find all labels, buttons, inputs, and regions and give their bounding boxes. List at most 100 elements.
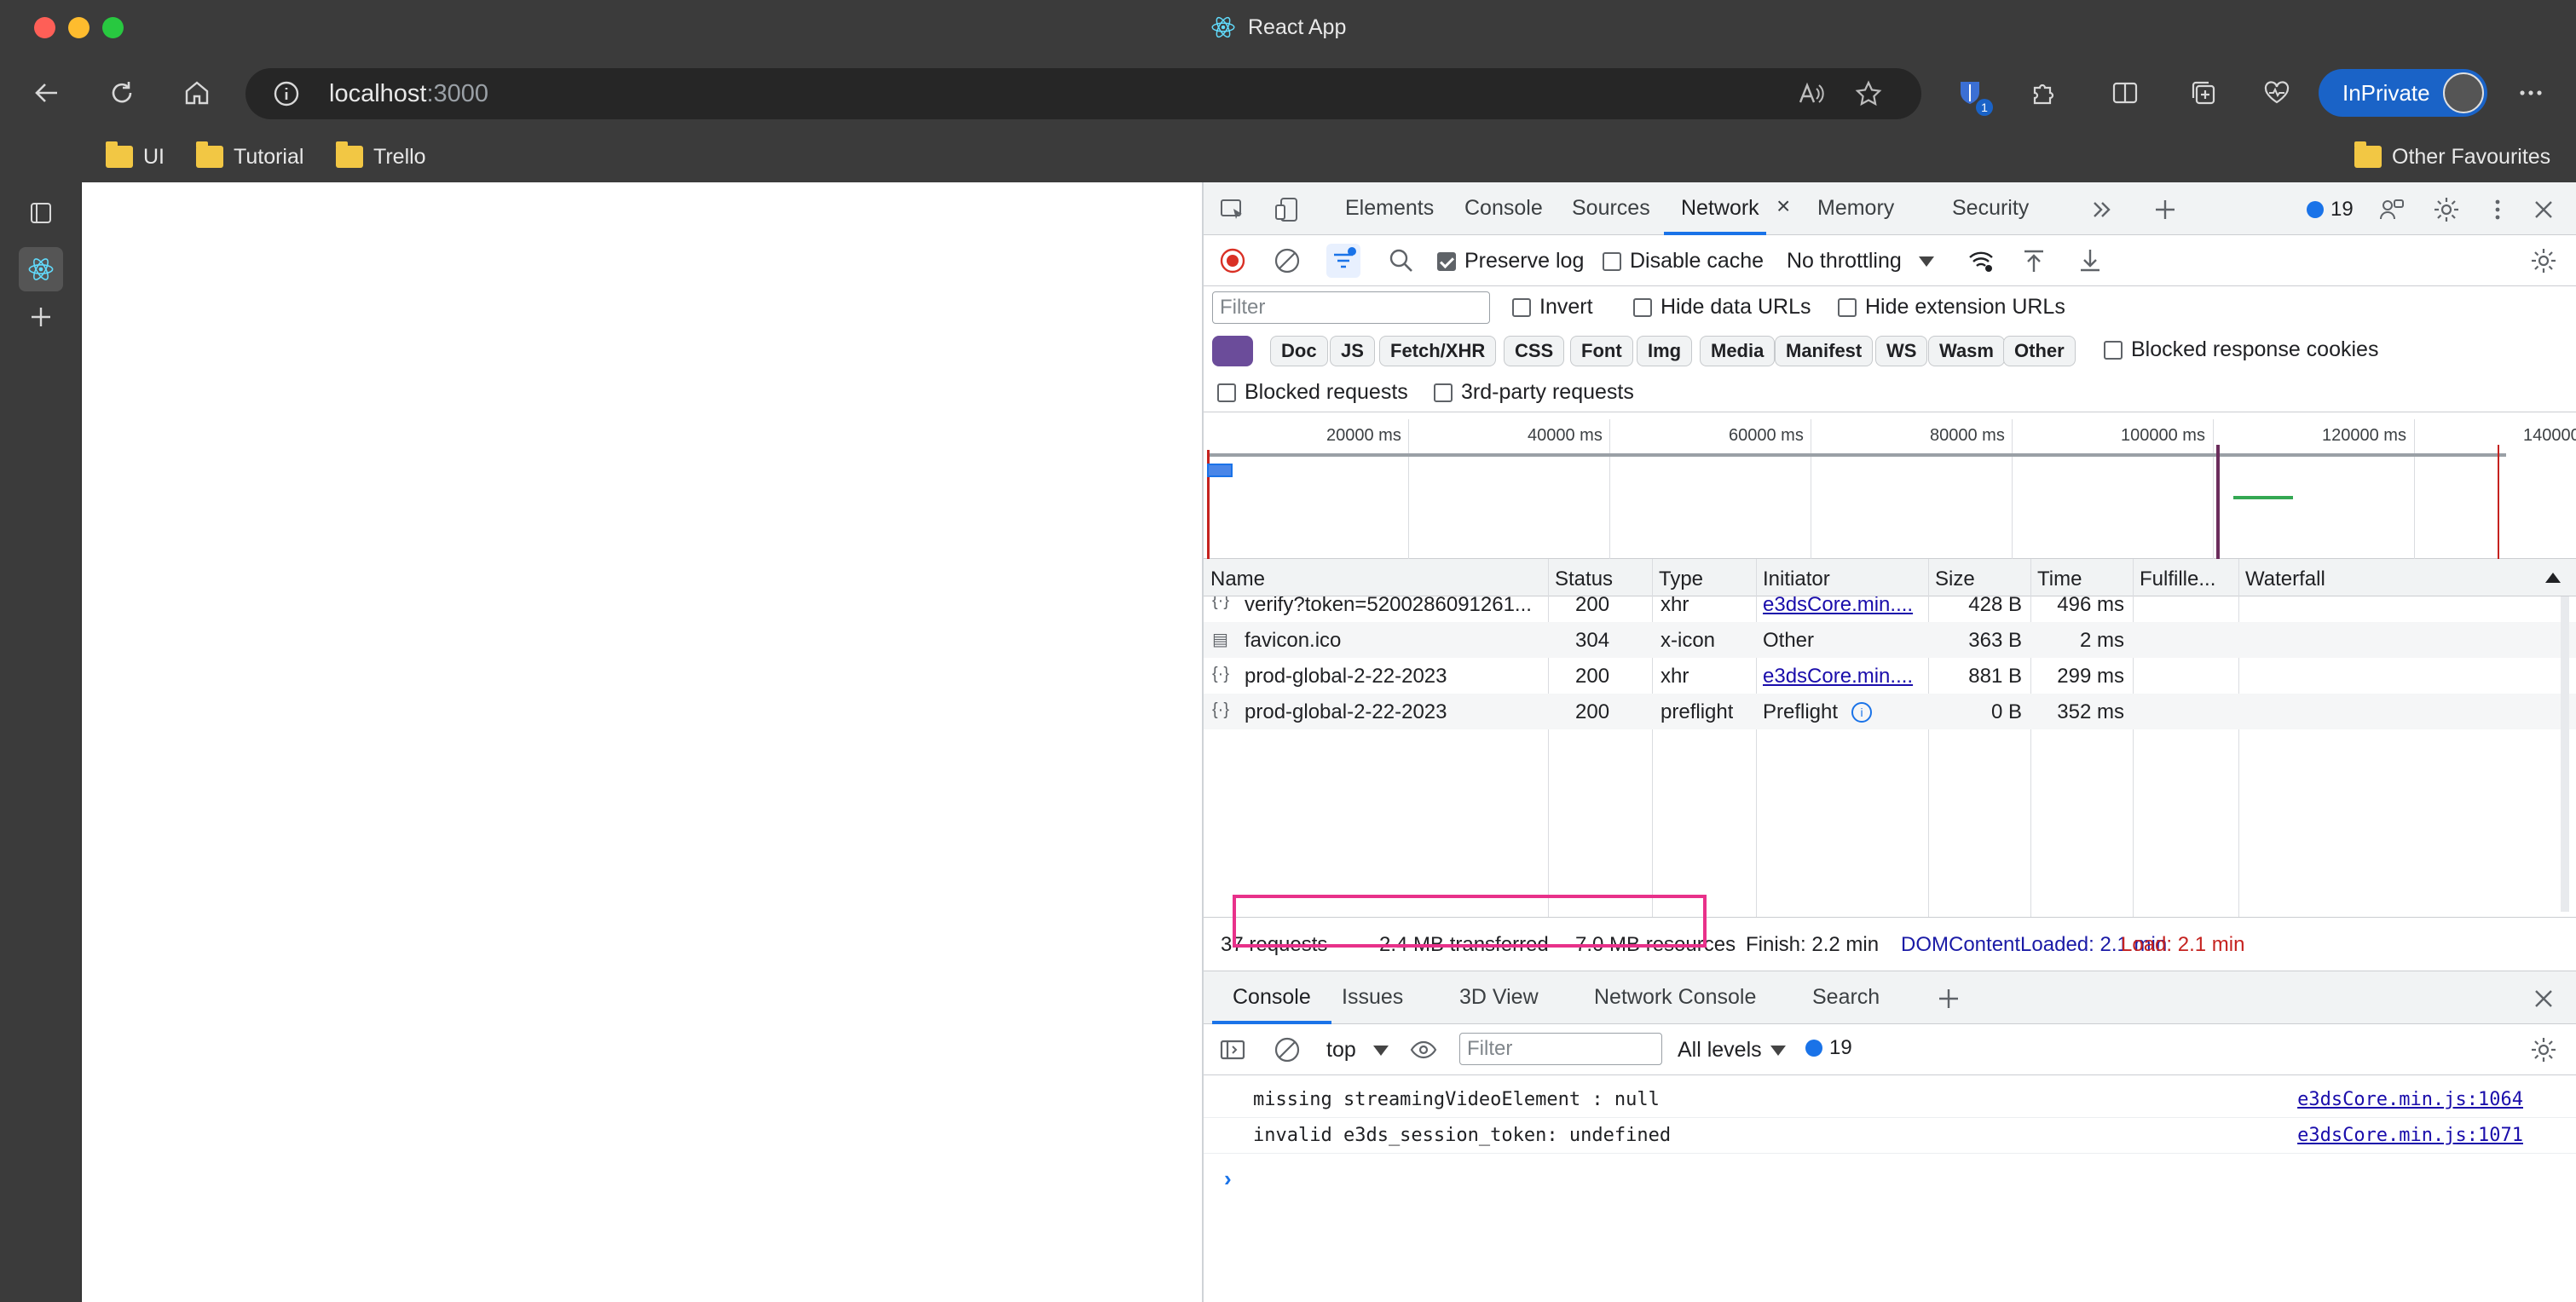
tab-elements[interactable]: Elements bbox=[1345, 196, 1434, 221]
back-button[interactable] bbox=[27, 73, 66, 112]
table-scrollbar[interactable] bbox=[2561, 596, 2569, 912]
network-settings-button[interactable] bbox=[2528, 245, 2559, 276]
context-select[interactable]: top bbox=[1326, 1038, 1389, 1063]
column-status[interactable]: Status bbox=[1555, 567, 1613, 591]
drawer-tab-3d-view[interactable]: 3D View bbox=[1459, 985, 1539, 1010]
address-bar[interactable]: localhost:3000 bbox=[245, 68, 1921, 119]
devtools-settings-button[interactable] bbox=[2431, 194, 2462, 225]
drawer-tab-issues[interactable]: Issues bbox=[1342, 985, 1403, 1010]
add-drawer-tool-button[interactable] bbox=[1933, 983, 1964, 1014]
column-type[interactable]: Type bbox=[1659, 567, 1703, 591]
drawer-tab-network-console[interactable]: Network Console bbox=[1594, 985, 1756, 1010]
tab-network[interactable]: Network bbox=[1681, 196, 1759, 221]
checkbox-unchecked[interactable] bbox=[1603, 251, 1621, 271]
close-network-tab-icon[interactable]: × bbox=[1776, 193, 1790, 220]
sort-ascending-icon[interactable] bbox=[2545, 573, 2561, 583]
type-filter-all[interactable] bbox=[1212, 336, 1253, 366]
request-initiator-link[interactable]: e3dsCore.min.... bbox=[1763, 665, 1925, 688]
type-filter-other[interactable]: Other bbox=[2003, 336, 2076, 366]
checkbox-unchecked[interactable] bbox=[1633, 297, 1652, 317]
bookmark-folder-ui[interactable]: UI bbox=[106, 141, 165, 172]
network-conditions-button[interactable] bbox=[1966, 245, 1996, 276]
inspect-element-button[interactable] bbox=[1217, 194, 1248, 225]
close-window-button[interactable] bbox=[34, 17, 55, 38]
checkbox-unchecked[interactable] bbox=[1434, 383, 1453, 402]
favorite-star-icon[interactable] bbox=[1853, 78, 1884, 109]
throttling-select[interactable]: No throttling bbox=[1787, 249, 1934, 274]
network-overview-timeline[interactable]: 20000 ms 40000 ms 60000 ms 80000 ms 1000… bbox=[1204, 419, 2576, 566]
customize-button[interactable] bbox=[2377, 194, 2407, 225]
type-filter-media[interactable]: Media bbox=[1700, 336, 1776, 366]
new-tab-button[interactable] bbox=[19, 295, 63, 339]
export-har-button[interactable] bbox=[2075, 245, 2105, 276]
home-button[interactable] bbox=[177, 73, 217, 112]
bookmark-folder-tutorial[interactable]: Tutorial bbox=[196, 141, 303, 172]
close-drawer-button[interactable] bbox=[2528, 983, 2559, 1014]
console-message-source-link[interactable]: e3dsCore.min.js:1064 bbox=[2297, 1089, 2523, 1110]
add-tool-button[interactable] bbox=[2150, 194, 2180, 225]
invert-checkbox[interactable]: Invert bbox=[1512, 295, 1593, 320]
type-filter-font[interactable]: Font bbox=[1570, 336, 1633, 366]
checkbox-unchecked[interactable] bbox=[1838, 297, 1857, 317]
console-filter-input[interactable]: Filter bbox=[1459, 1033, 1662, 1065]
table-row[interactable]: {·} verify?token=5200286091261... 200 xh… bbox=[1204, 596, 2576, 622]
devtools-menu-button[interactable] bbox=[2482, 194, 2513, 225]
console-sidebar-button[interactable] bbox=[1217, 1034, 1248, 1065]
type-filter-fetch-xhr[interactable]: Fetch/XHR bbox=[1379, 336, 1497, 366]
reload-button[interactable] bbox=[102, 73, 142, 112]
issues-counter[interactable]: 19 bbox=[2307, 198, 2354, 222]
clear-button[interactable] bbox=[1272, 245, 1302, 276]
site-info-icon[interactable] bbox=[271, 78, 302, 109]
page-viewport[interactable] bbox=[82, 182, 1202, 1302]
checkbox-checked[interactable] bbox=[1437, 251, 1456, 271]
disable-cache-checkbox[interactable]: Disable cache bbox=[1603, 249, 1764, 274]
bitwarden-extension-button[interactable]: 1 bbox=[1950, 73, 1993, 116]
close-devtools-button[interactable] bbox=[2528, 194, 2559, 225]
console-message-source-link[interactable]: e3dsCore.min.js:1071 bbox=[2297, 1125, 2523, 1146]
live-expression-button[interactable] bbox=[1408, 1034, 1439, 1065]
more-tabs-button[interactable] bbox=[2087, 194, 2117, 225]
settings-more-button[interactable] bbox=[2511, 73, 2550, 112]
browser-essentials-button[interactable] bbox=[2257, 73, 2296, 112]
console-settings-button[interactable] bbox=[2528, 1034, 2559, 1065]
tab-sources[interactable]: Sources bbox=[1572, 196, 1650, 221]
blocked-requests-checkbox[interactable]: Blocked requests bbox=[1217, 380, 1408, 405]
hide-extension-urls-checkbox[interactable]: Hide extension URLs bbox=[1838, 295, 2065, 320]
column-waterfall[interactable]: Waterfall bbox=[2245, 567, 2325, 591]
type-filter-wasm[interactable]: Wasm bbox=[1928, 336, 2005, 366]
blocked-response-cookies-checkbox[interactable]: Blocked response cookies bbox=[2104, 337, 2378, 362]
network-filter-input[interactable]: Filter bbox=[1212, 291, 1490, 324]
record-button[interactable] bbox=[1217, 245, 1248, 276]
minimize-window-button[interactable] bbox=[68, 17, 90, 38]
tab-react-app[interactable] bbox=[19, 247, 63, 291]
log-levels-select[interactable]: All levels bbox=[1678, 1038, 1786, 1063]
other-favourites-folder[interactable]: Other Favourites bbox=[2354, 141, 2550, 172]
tab-actions-button[interactable] bbox=[19, 191, 63, 235]
search-button[interactable] bbox=[1386, 245, 1417, 276]
type-filter-manifest[interactable]: Manifest bbox=[1775, 336, 1874, 366]
console-prompt[interactable]: › bbox=[1224, 1166, 1232, 1192]
third-party-requests-checkbox[interactable]: 3rd-party requests bbox=[1434, 380, 1634, 405]
checkbox-unchecked[interactable] bbox=[2104, 340, 2123, 360]
column-fulfilled-by[interactable]: Fulfille... bbox=[2140, 567, 2215, 591]
split-screen-button[interactable] bbox=[2105, 73, 2145, 112]
filter-toggle-button[interactable] bbox=[1326, 244, 1360, 278]
tab-console[interactable]: Console bbox=[1464, 196, 1543, 221]
column-initiator[interactable]: Initiator bbox=[1763, 567, 1830, 591]
checkbox-unchecked[interactable] bbox=[1512, 297, 1531, 317]
type-filter-css[interactable]: CSS bbox=[1504, 336, 1565, 366]
clear-console-button[interactable] bbox=[1272, 1034, 1302, 1065]
type-filter-ws[interactable]: WS bbox=[1875, 336, 1928, 366]
drawer-tab-console[interactable]: Console bbox=[1233, 985, 1311, 1010]
checkbox-unchecked[interactable] bbox=[1217, 383, 1236, 402]
preflight-info-icon[interactable]: i bbox=[1851, 702, 1872, 723]
tab-security[interactable]: Security bbox=[1952, 196, 2029, 221]
hide-data-urls-checkbox[interactable]: Hide data URLs bbox=[1633, 295, 1811, 320]
import-har-button[interactable] bbox=[2019, 245, 2049, 276]
inprivate-profile-button[interactable]: InPrivate bbox=[2319, 69, 2487, 117]
console-issues-counter[interactable]: 19 bbox=[1805, 1036, 1852, 1060]
table-row[interactable]: {·} prod-global-2-22-2023 200 xhr e3dsCo… bbox=[1204, 658, 2576, 694]
column-time[interactable]: Time bbox=[2037, 567, 2082, 591]
bookmark-folder-trello[interactable]: Trello bbox=[336, 141, 426, 172]
type-filter-img[interactable]: Img bbox=[1637, 336, 1693, 366]
